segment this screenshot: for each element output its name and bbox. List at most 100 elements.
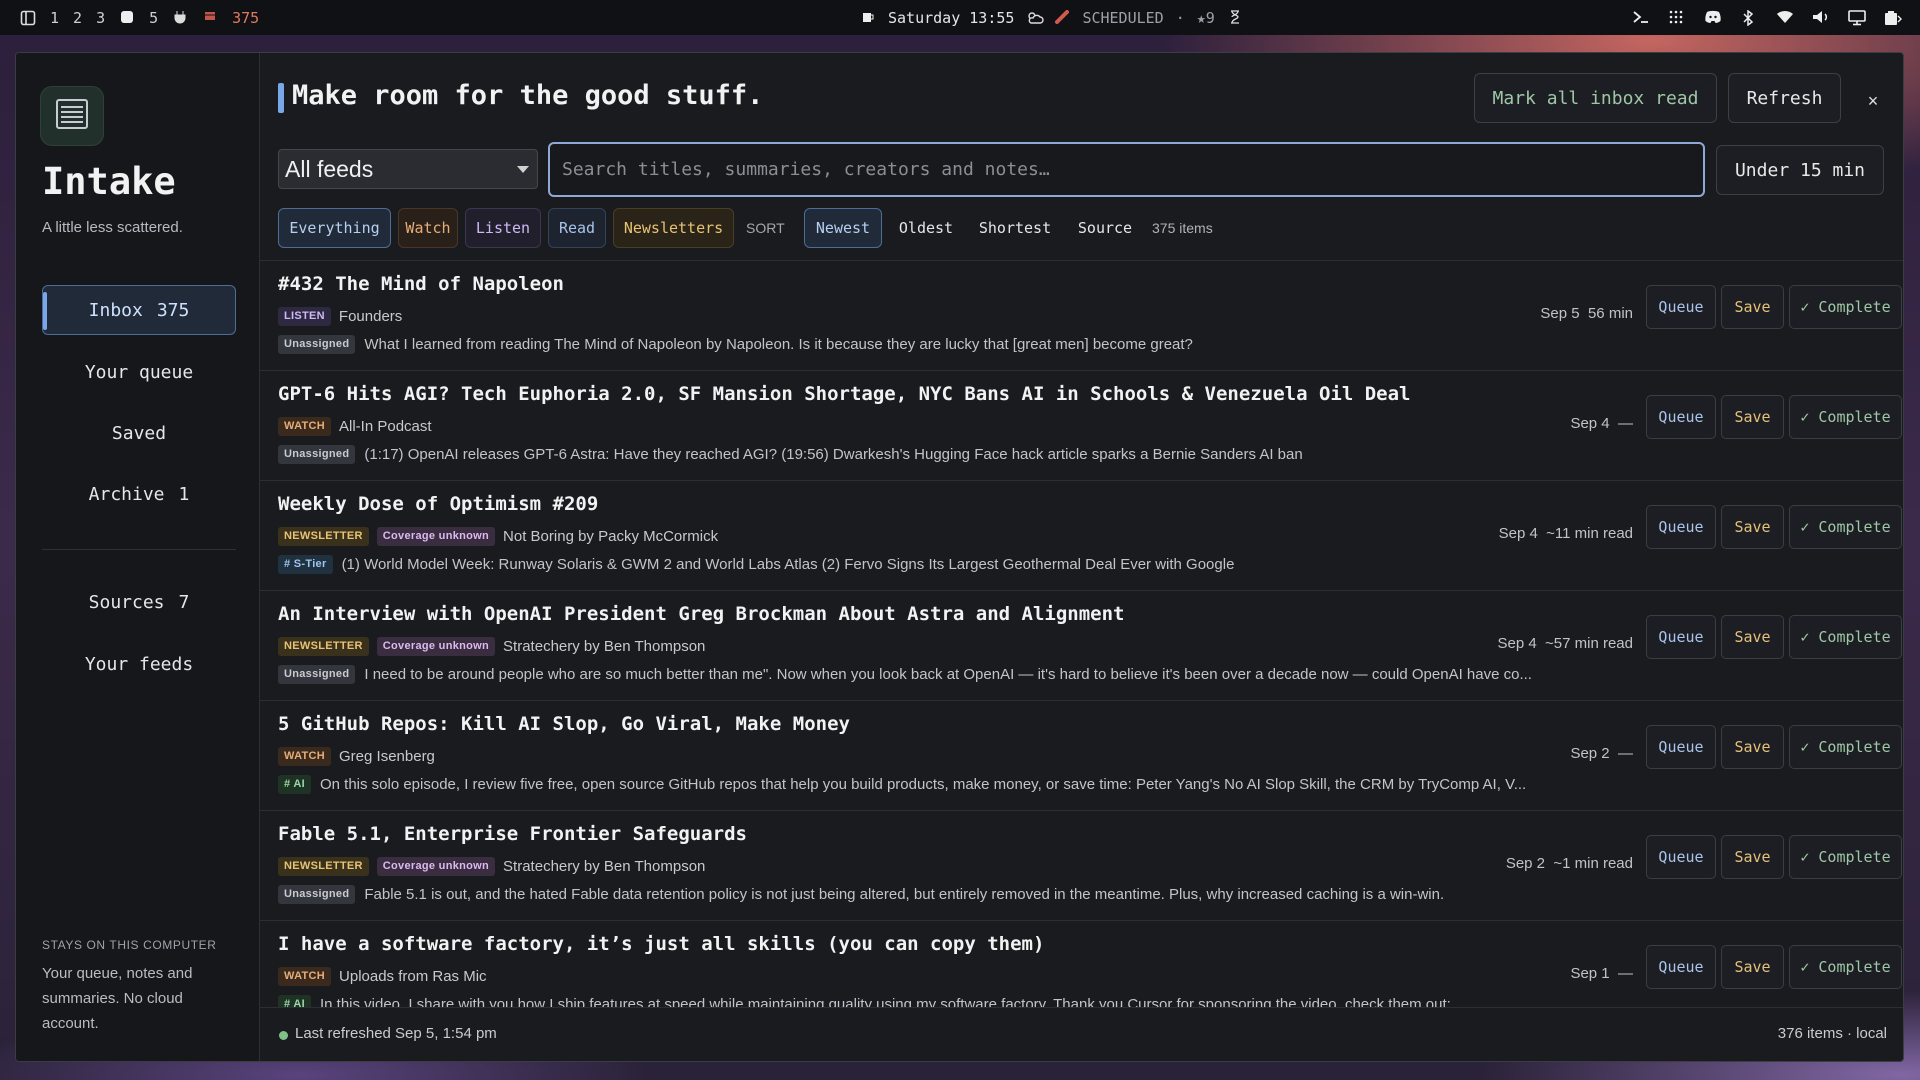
close-icon[interactable]: × [1858, 76, 1888, 126]
queue-button[interactable]: Queue [1646, 725, 1716, 769]
sidebar-item-saved[interactable]: Saved [42, 408, 236, 458]
bluetooth-icon[interactable] [1740, 9, 1756, 26]
item-meta: Sep 4 ~57 min read [1497, 635, 1633, 652]
workspace-2[interactable]: 2 [73, 9, 82, 27]
type-badge: WATCH [278, 966, 332, 986]
sidebar-item-label: Your queue [84, 361, 194, 383]
complete-button[interactable]: ✓ Complete [1789, 725, 1902, 769]
feed-select[interactable]: All feeds [278, 149, 538, 189]
sort-shortest[interactable]: Shortest [972, 208, 1058, 248]
mark-all-read-button[interactable]: Mark all inbox read [1474, 73, 1717, 123]
filter-chip-newsletters[interactable]: Newsletters [613, 208, 734, 248]
item-date: Sep 4 [1498, 525, 1538, 542]
tag-badge[interactable]: Unassigned [278, 884, 356, 904]
queue-button[interactable]: Queue [1646, 615, 1716, 659]
search-input[interactable] [548, 142, 1705, 197]
discord-icon[interactable] [1704, 10, 1721, 26]
clock-datetime[interactable]: Saturday 13:55 [888, 9, 1014, 27]
save-button[interactable]: Save [1721, 835, 1784, 879]
tag-badge[interactable]: # S-Tier [278, 554, 333, 574]
tag-badge[interactable]: Unassigned [278, 444, 356, 464]
save-button[interactable]: Save [1721, 725, 1784, 769]
sidebar-item-inbox[interactable]: Inbox 375 [42, 285, 236, 335]
list-item[interactable]: I have a software factory, it’s just all… [260, 921, 1903, 1007]
item-meta: Sep 1 — [1570, 965, 1633, 982]
sidebar-item-label: Your feeds [84, 653, 194, 675]
sort-newest[interactable]: Newest [804, 208, 882, 248]
sidebar-item-archive[interactable]: Archive 1 [42, 469, 236, 519]
save-button[interactable]: Save [1721, 945, 1784, 989]
sidebar-item-count: 375 [156, 299, 190, 321]
queue-button[interactable]: Queue [1646, 395, 1716, 439]
list-item[interactable]: Fable 5.1, Enterprise Frontier Safeguard… [260, 811, 1903, 921]
workspace-overview-icon[interactable] [20, 10, 36, 26]
tag-badge[interactable]: # AI [278, 994, 311, 1007]
queue-button[interactable]: Queue [1646, 285, 1716, 329]
complete-button[interactable]: ✓ Complete [1789, 395, 1902, 439]
queue-button[interactable]: Queue [1646, 505, 1716, 549]
item-title[interactable]: #432 The Mind of Napoleon [278, 273, 564, 295]
save-button[interactable]: Save [1721, 615, 1784, 659]
queue-button[interactable]: Queue [1646, 945, 1716, 989]
hourglass-icon [1227, 9, 1243, 26]
last-refreshed: Last refreshed Sep 5, 1:54 pm [295, 1025, 497, 1042]
item-title[interactable]: GPT-6 Hits AGI? Tech Euphoria 2.0, SF Ma… [278, 383, 1410, 405]
item-title[interactable]: An Interview with OpenAI President Greg … [278, 603, 1124, 625]
item-summary: Fable 5.1 is out, and the hated Fable da… [364, 885, 1445, 903]
list-item[interactable]: GPT-6 Hits AGI? Tech Euphoria 2.0, SF Ma… [260, 371, 1903, 481]
sort-oldest[interactable]: Oldest [892, 208, 960, 248]
duration-filter-button[interactable]: Under 15 min [1716, 145, 1884, 195]
sidebar-item-queue[interactable]: Your queue [42, 347, 236, 397]
display-icon[interactable] [1848, 9, 1866, 26]
item-title[interactable]: 5 GitHub Repos: Kill AI Slop, Go Viral, … [278, 713, 850, 735]
filter-chip-everything[interactable]: Everything [278, 208, 391, 248]
workspace-1[interactable]: 1 [50, 9, 59, 27]
item-date: Sep 2 [1505, 855, 1546, 872]
item-source: Not Boring by Packy McCormick [503, 527, 719, 545]
refresh-button[interactable]: Refresh [1728, 73, 1841, 123]
stars-count: ★9 [1196, 8, 1215, 27]
filter-chip-watch[interactable]: Watch [398, 208, 458, 248]
workspace-3[interactable]: 3 [96, 9, 105, 27]
item-meta: Sep 4 — [1570, 415, 1633, 432]
complete-button[interactable]: ✓ Complete [1789, 835, 1902, 879]
item-summary: (1:17) OpenAI releases GPT-6 Astra: Have… [364, 445, 1303, 463]
item-source: Uploads from Ras Mic [339, 967, 487, 985]
volume-icon[interactable] [1812, 10, 1828, 26]
wifi-icon[interactable] [1776, 10, 1793, 26]
filter-chip-read[interactable]: Read [548, 208, 606, 248]
sidebar-item-sources[interactable]: Sources 7 [42, 577, 236, 627]
type-badge: WATCH [278, 746, 332, 766]
tag-badge[interactable]: Unassigned [278, 664, 356, 684]
save-button[interactable]: Save [1721, 505, 1784, 549]
list-item[interactable]: An Interview with OpenAI President Greg … [260, 591, 1903, 701]
tag-badge[interactable]: # AI [278, 774, 311, 794]
save-button[interactable]: Save [1721, 285, 1784, 329]
complete-button[interactable]: ✓ Complete [1789, 945, 1902, 989]
save-button[interactable]: Save [1721, 395, 1784, 439]
complete-button[interactable]: ✓ Complete [1789, 285, 1902, 329]
item-duration: 56 min [1587, 305, 1633, 322]
item-duration: — [1618, 965, 1633, 982]
sort-source[interactable]: Source [1070, 208, 1140, 248]
sidebar-item-your-feeds[interactable]: Your feeds [42, 639, 236, 689]
app-grid-icon[interactable] [1668, 10, 1684, 26]
list-item[interactable]: 5 GitHub Repos: Kill AI Slop, Go Viral, … [260, 701, 1903, 811]
status-dot-icon [279, 1031, 288, 1040]
complete-button[interactable]: ✓ Complete [1789, 615, 1902, 659]
workspace-4-app-icon[interactable] [119, 10, 135, 26]
complete-button[interactable]: ✓ Complete [1789, 505, 1902, 549]
filter-chip-listen[interactable]: Listen [465, 208, 541, 248]
terminal-icon[interactable] [1632, 10, 1648, 26]
list-item[interactable]: #432 The Mind of Napoleon LISTEN Founder… [260, 261, 1903, 371]
item-title[interactable]: Weekly Dose of Optimism #209 [278, 493, 598, 515]
item-title[interactable]: I have a software factory, it’s just all… [278, 933, 1044, 955]
battery-icon[interactable] [1884, 10, 1902, 26]
tag-badge[interactable]: Unassigned [278, 334, 356, 354]
queue-button[interactable]: Queue [1646, 835, 1716, 879]
list-item[interactable]: Weekly Dose of Optimism #209 NEWSLETTER … [260, 481, 1903, 591]
workspace-5[interactable]: 5 [149, 9, 158, 27]
item-title[interactable]: Fable 5.1, Enterprise Frontier Safeguard… [278, 823, 747, 845]
item-date: Sep 2 [1570, 745, 1610, 762]
app-logo [40, 86, 104, 146]
